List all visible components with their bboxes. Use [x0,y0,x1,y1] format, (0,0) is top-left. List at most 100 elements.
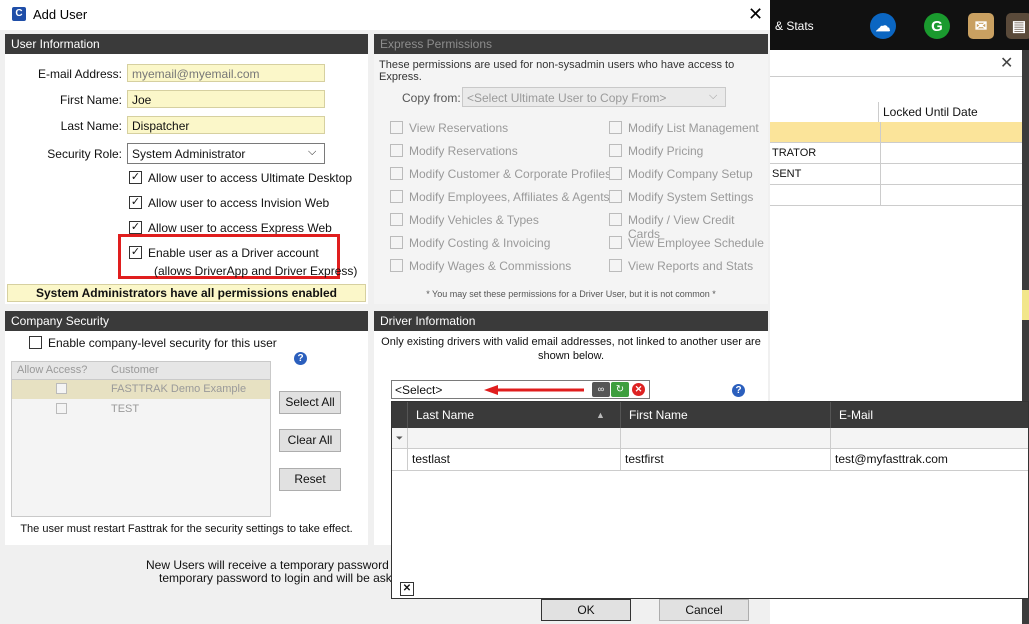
window-title: Add User [33,7,88,22]
permission-checkbox[interactable] [390,121,403,134]
ok-button[interactable]: OK [541,599,631,621]
refresh-icon[interactable]: ↻ [611,382,629,397]
email-filter[interactable] [831,428,1028,448]
table-row[interactable] [770,185,1022,206]
table-cell: TRATOR [770,143,881,163]
driver-account-checkbox[interactable]: ✓ [129,246,142,259]
table-row[interactable]: TRATOR [770,143,1022,164]
last-name-header[interactable]: Last Name ▲ [408,402,621,428]
background-grid: TRATOR SENT [770,122,1022,206]
close-icon[interactable]: ✕ [748,4,763,25]
permission-checkbox[interactable] [609,144,622,157]
cancel-button[interactable]: Cancel [659,599,749,621]
table-row[interactable] [770,122,1022,143]
footer-line-2: temporary password to login and will be … [159,571,419,585]
express-note: These permissions are used for non-sysad… [379,59,735,83]
permission-label: Modify Pricing [628,144,704,158]
driver-dropdown-grid: Last Name ▲ First Name E-Mail ⏷ testlast … [391,401,1029,599]
permission-checkbox[interactable] [609,121,622,134]
permission-label: Modify Vehicles & Types [409,213,539,227]
footer-line-1: New Users will receive a temporary passw… [146,558,425,572]
permission-checkbox[interactable] [390,213,403,226]
checkbox-label: Allow user to access Express Web [148,221,332,235]
driver-note: Only existing drivers with valid email a… [381,336,761,362]
driver-select-input[interactable]: <Select> ∞ ↻ ✕ [391,380,650,399]
table-row[interactable]: testlast testfirst test@myfasttrak.com [392,448,1028,471]
driver-grid-header: Last Name ▲ First Name E-Mail [392,402,1028,428]
permission-checkbox[interactable] [390,144,403,157]
permission-checkbox[interactable] [609,259,622,272]
permission-label: Modify Wages & Commissions [409,259,572,273]
row-indicator [392,448,408,470]
row-checkbox[interactable] [56,383,67,394]
first-name-field[interactable]: Joe [127,90,325,108]
permission-checkbox[interactable] [609,236,622,249]
close-icon[interactable]: ✕ [1000,53,1013,73]
panel-header: Company Security [5,311,368,331]
background-panel-header: ✕ [770,50,1022,77]
select-all-button[interactable]: Select All [279,391,341,414]
user-icon[interactable]: ▤ [1006,13,1029,39]
first-name-header[interactable]: First Name [621,402,831,428]
permission-checkbox[interactable] [609,167,622,180]
filter-icon[interactable]: ⏷ [392,428,408,448]
invision-web-checkbox[interactable]: ✓ [129,196,142,209]
permission-label: View Reports and Stats [628,259,754,273]
table-row[interactable]: SENT [770,164,1022,185]
g-app-icon[interactable]: G [924,13,950,39]
driver-account-label: Enable user as a Driver account [148,246,319,260]
last-name-field[interactable]: Dispatcher [127,116,325,134]
clear-icon[interactable]: ✕ [630,382,648,397]
driver-select-value: <Select> [395,383,443,397]
email-cell: test@myfasttrak.com [835,452,948,466]
permission-checkbox[interactable] [609,190,622,203]
customer-cell: FASTTRAK Demo Example [111,383,247,395]
express-web-checkbox[interactable]: ✓ [129,221,142,234]
mail-icon[interactable]: ✉ [968,13,994,39]
permission-checkbox[interactable] [390,236,403,249]
customer-cell: TEST [111,403,140,415]
last-name-filter[interactable] [408,428,621,448]
permission-label: View Reservations [409,121,509,135]
locked-until-date-header: Locked Until Date [883,105,978,119]
first-name-filter[interactable] [621,428,831,448]
admin-notice: System Administrators have all permissio… [7,284,366,302]
company-security-label: Enable company-level security for this u… [48,336,277,350]
permission-checkbox[interactable] [390,259,403,272]
permission-label: Modify Reservations [409,144,518,158]
close-icon[interactable]: ✕ [400,582,414,596]
customer-header: Customer [111,364,159,376]
help-icon[interactable]: ? [294,352,307,365]
help-icon[interactable]: ? [732,384,745,397]
table-cell: SENT [770,164,881,184]
stats-menu-label[interactable]: & Stats [775,19,814,33]
background-strip [1022,290,1029,320]
copy-from-select[interactable]: <Select Ultimate User to Copy From> ⌵ [462,87,726,107]
security-role-select[interactable]: System Administrator ⌵ [127,143,325,164]
company-grid: Allow Access? Customer FASTTRAK Demo Exa… [11,361,271,517]
email-field[interactable]: myemail@myemail.com [127,64,325,82]
permission-checkbox[interactable] [390,167,403,180]
reset-button[interactable]: Reset [279,468,341,491]
security-role-value: System Administrator [132,147,246,161]
clear-all-button[interactable]: Clear All [279,429,341,452]
row-checkbox[interactable] [56,403,67,414]
table-row[interactable]: TEST [12,400,270,419]
binoculars-icon[interactable]: ∞ [592,382,610,397]
company-security-checkbox[interactable] [29,336,42,349]
permission-label: View Employee Schedule [628,236,764,250]
copy-from-value: <Select Ultimate User to Copy From> [467,91,667,105]
ultimate-desktop-checkbox[interactable]: ✓ [129,171,142,184]
express-permissions-panel: Express Permissions These permissions ar… [374,34,768,304]
permission-checkbox[interactable] [390,190,403,203]
email-header[interactable]: E-Mail [831,402,1028,428]
row-indicator-header [392,402,408,428]
cloud-location-icon[interactable]: ☁ [870,13,896,39]
permission-checkbox[interactable] [609,213,622,226]
email-label: E-mail Address: [37,67,122,81]
sort-asc-icon: ▲ [596,410,605,420]
permission-label: Modify System Settings [628,190,754,204]
column-label: Last Name [416,408,475,422]
table-row[interactable]: FASTTRAK Demo Example [12,380,270,399]
last-name-label: Last Name: [60,119,122,133]
